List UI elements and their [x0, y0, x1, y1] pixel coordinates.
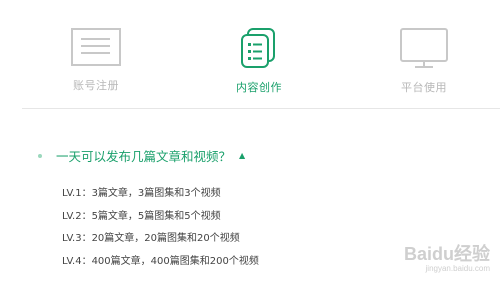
answer-line: LV.1：3篇文章，3篇图集和3个视频: [62, 188, 221, 199]
tab-label: 账号注册: [73, 79, 119, 92]
faq-answer: LV.1：3篇文章，3篇图集和3个视频 LV.2：5篇文章，5篇图集和5个视频 …: [62, 183, 259, 273]
tab-label: 平台使用: [401, 81, 447, 94]
document-icon: [71, 28, 121, 66]
tab-content-creation[interactable]: 内容创作: [204, 27, 314, 107]
tab-label: 内容创作: [236, 81, 282, 94]
faq-question-toggle[interactable]: 一天可以发布几篇文章和视频？ ▲: [38, 146, 245, 165]
faq-item: 一天可以发布几篇文章和视频？ ▲: [38, 146, 245, 165]
tabs-divider: [22, 108, 500, 109]
tab-account-registration[interactable]: 账号注册: [41, 27, 151, 107]
caret-up-icon: ▲: [239, 151, 246, 160]
notes-icon: [241, 28, 275, 68]
tab-platform-usage[interactable]: 平台使用: [369, 27, 479, 107]
monitor-icon: [400, 28, 448, 68]
answer-line: LV.4：400篇文章，400篇图集和200个视频: [62, 255, 259, 267]
bullet-dot: [38, 153, 42, 158]
answer-line: LV.2：5篇文章，5篇图集和5个视频: [62, 210, 221, 222]
faq-question-text: 一天可以发布几篇文章和视频？: [56, 149, 232, 164]
watermark-brand: Baidu经验: [403, 244, 490, 264]
baidu-watermark: Baidu经验 jingyan.baidu.com: [404, 240, 490, 273]
answer-line: LV.3：20篇文章，20篇图集和20个视频: [62, 233, 240, 244]
category-tabs: 账号注册 内容创作 平台使用: [0, 0, 500, 110]
